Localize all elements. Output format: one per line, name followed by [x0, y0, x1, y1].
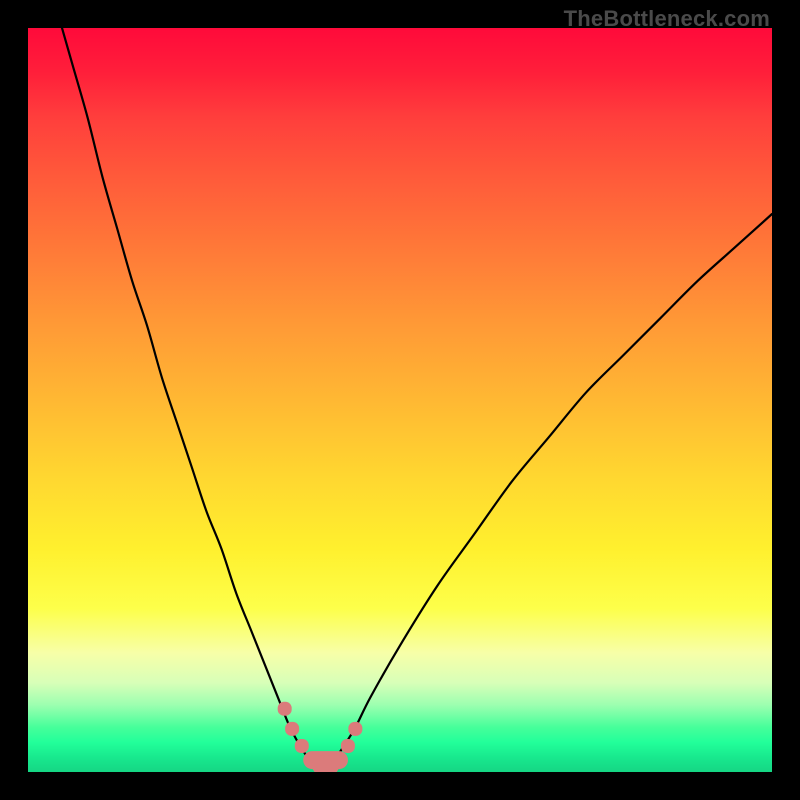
marker-layer [28, 28, 772, 772]
marker-point [348, 722, 362, 736]
marker-point [285, 722, 299, 736]
watermark-text: TheBottleneck.com [564, 6, 770, 32]
chart-frame: TheBottleneck.com [0, 0, 800, 800]
marker-point [278, 702, 292, 716]
marker-point [295, 739, 309, 753]
marker-point [341, 739, 355, 753]
highlighted-points [278, 702, 363, 772]
plot-area [28, 28, 772, 772]
marker-point [331, 752, 347, 768]
